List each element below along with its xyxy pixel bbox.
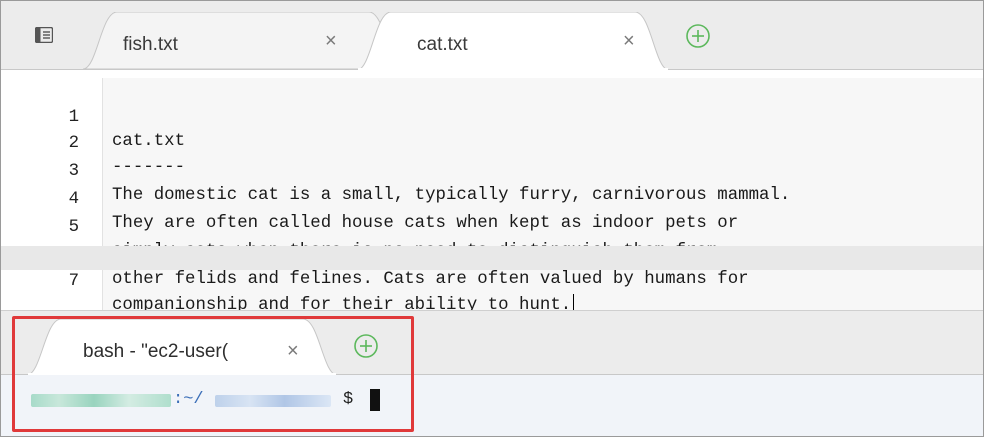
code-line: 6 other felids and felines. Cats are oft… (1, 220, 983, 289)
close-icon[interactable]: × (623, 30, 635, 52)
ide-window: fish.txt × cat.txt × 1 cat.txt 2 -------… (0, 0, 984, 437)
terminal-cursor (370, 389, 380, 411)
close-icon[interactable]: × (325, 30, 337, 52)
code-line: 3 The domestic cat is a small, typically… (1, 136, 983, 205)
code-line: 2 ------- (1, 108, 983, 177)
code-editor[interactable]: 1 cat.txt 2 ------- 3 The domestic cat i… (1, 70, 983, 315)
terminal-tab-label: bash - "ec2-user( (83, 341, 229, 362)
redacted-username (31, 394, 171, 407)
tab-cat-txt[interactable]: cat.txt × (357, 12, 669, 70)
plus-circle-icon[interactable] (685, 23, 711, 49)
tab-label: fish.txt (123, 34, 178, 55)
code-line: 4 They are often called house cats when … (1, 164, 983, 233)
code-line: 1 cat.txt (1, 82, 983, 151)
prompt-path-separator: :~/ (173, 390, 204, 409)
line-number: 7 (68, 272, 79, 291)
editor-tab-bar: fish.txt × cat.txt × (1, 1, 983, 70)
plus-circle-icon[interactable] (353, 333, 379, 359)
tab-label: cat.txt (417, 34, 468, 55)
tab-fish-txt[interactable]: fish.txt × (83, 12, 403, 69)
line-text: other felids and felines. Cats are often… (112, 270, 749, 289)
close-icon[interactable]: × (287, 340, 299, 362)
code-line-active: 7 companionship and for their ability to… (1, 246, 983, 315)
terminal-tab-bar: bash - "ec2-user( × (1, 311, 983, 375)
panel-toggle-icon[interactable] (35, 27, 53, 43)
terminal-body[interactable]: :~/ $ (1, 375, 983, 436)
prompt-symbol: $ (343, 390, 354, 409)
code-line: 5 simply cats when there is no need to d… (1, 192, 983, 261)
redacted-directory (215, 395, 331, 407)
